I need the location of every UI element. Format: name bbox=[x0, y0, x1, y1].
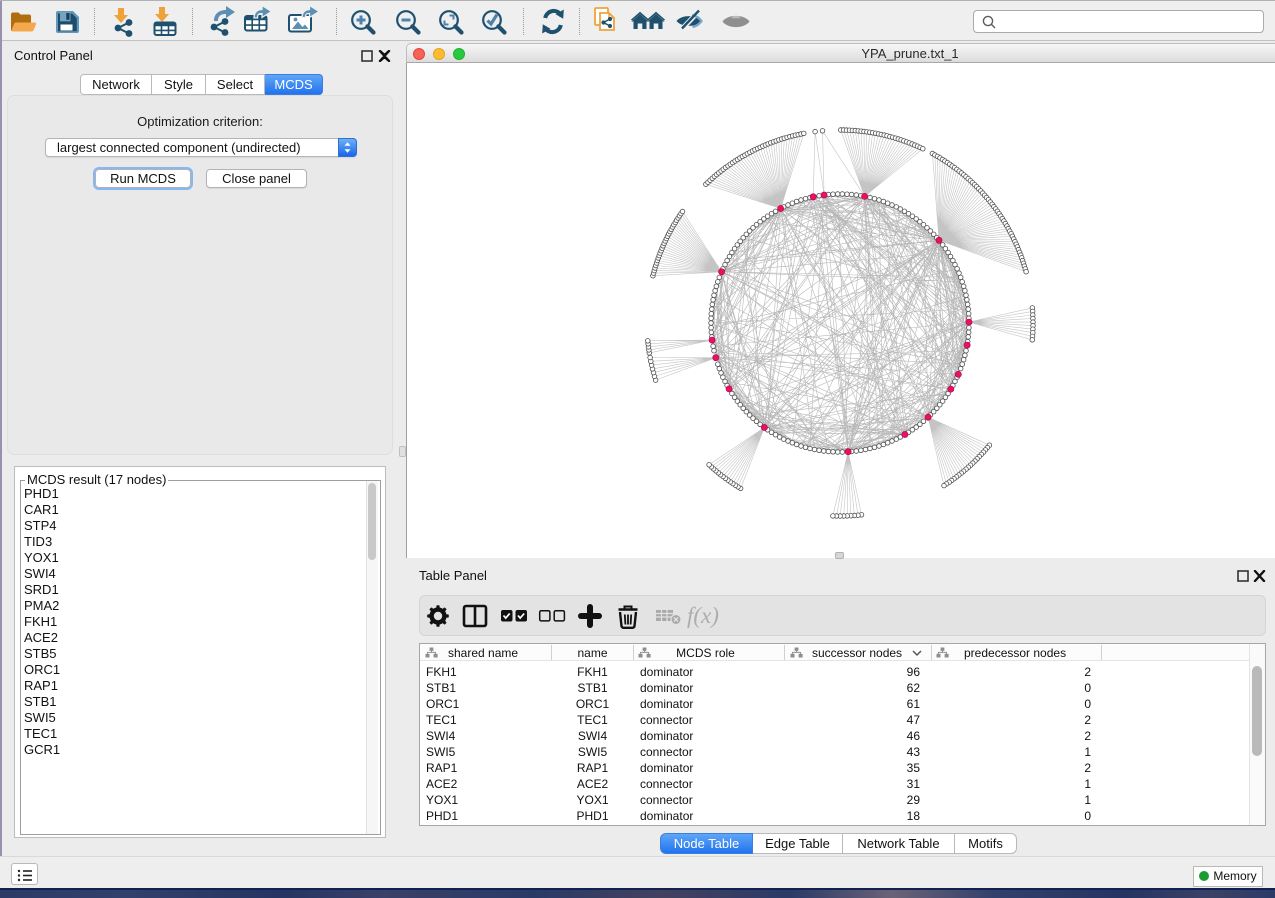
svg-text:f(x): f(x) bbox=[687, 603, 719, 628]
